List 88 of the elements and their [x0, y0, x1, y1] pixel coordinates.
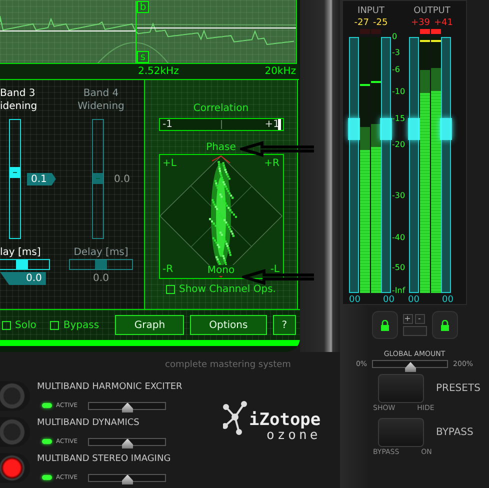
band-title: Band 3	[0, 87, 36, 100]
module-slider[interactable]	[88, 402, 166, 410]
slider-thumb[interactable]	[122, 438, 133, 448]
band-title: Widening	[78, 100, 124, 113]
delay-slider[interactable]	[0, 259, 50, 270]
slider-thumb[interactable]	[95, 260, 107, 269]
lock-button[interactable]	[372, 311, 398, 339]
options-button[interactable]: Options	[190, 315, 267, 336]
tagline: complete mastering system	[165, 359, 291, 372]
lock-button[interactable]	[432, 311, 458, 339]
widening-slider[interactable]	[92, 119, 104, 239]
trim-readout: 00	[408, 295, 420, 305]
band-title: Band 4	[83, 87, 119, 100]
trim-slider[interactable]	[349, 37, 359, 293]
slider-thumb[interactable]	[122, 402, 133, 412]
trim-readout: 00	[383, 295, 396, 305]
module-slider[interactable]	[88, 474, 166, 482]
band-title: idening	[0, 100, 38, 113]
widening-slider[interactable]	[9, 119, 21, 239]
logo-icon	[223, 401, 247, 435]
scale-label: -Inf	[392, 287, 406, 295]
correlation-label: Correlation	[193, 103, 249, 115]
peak-readout: +41	[434, 17, 453, 29]
toggle-checkbox[interactable]: Solo	[2, 320, 36, 331]
graph-button[interactable]: Graph	[115, 315, 184, 336]
toggle-checkbox[interactable]: Bypass	[50, 320, 100, 331]
scale-label: -1	[162, 119, 172, 130]
switch-label: PRESETS	[436, 383, 482, 394]
trim-readout: 00	[442, 295, 454, 305]
module-name: MULTIBAND DYNAMICS	[37, 417, 140, 430]
switch-label: BYPASS	[436, 427, 474, 438]
meter-button[interactable]: +	[402, 314, 412, 324]
band-marker[interactable]: s	[137, 51, 149, 63]
meter-button[interactable]: -	[414, 314, 424, 324]
scale-label: -20	[392, 141, 406, 149]
axis-label: Mono	[205, 265, 237, 276]
peak-readout: -27	[354, 17, 369, 29]
scale-label: -3	[392, 49, 400, 57]
frequency-label: 20kHz	[264, 65, 296, 79]
scale-label: -6	[392, 66, 400, 74]
frequency-label: 2.52kHz	[138, 65, 179, 79]
band-marker[interactable]: b	[137, 1, 149, 13]
delay-label: lay [ms]	[0, 247, 42, 258]
scale-label: -40	[392, 234, 406, 242]
axis-label: +L	[162, 158, 176, 169]
lock-icon	[440, 320, 448, 330]
trim-slider[interactable]	[381, 37, 391, 293]
scale-label: -15	[392, 115, 406, 123]
value-readout: 0.0	[0, 272, 46, 285]
value-readout: 0.0	[113, 172, 131, 186]
lock-icon	[380, 320, 388, 330]
product-name: ozone	[266, 429, 321, 442]
slider-thumb[interactable]	[122, 474, 133, 484]
slider-thumb[interactable]	[348, 118, 360, 140]
slider-thumb[interactable]	[10, 167, 20, 178]
peak-readout: +39	[411, 17, 430, 29]
trim-slider[interactable]	[409, 37, 419, 293]
trim-slider[interactable]	[441, 37, 451, 293]
axis-label: -L	[270, 264, 280, 275]
value-readout: 0.0	[92, 272, 110, 285]
slider-thumb[interactable]	[440, 118, 452, 140]
axis-label: +R	[264, 158, 280, 169]
scale-label: -10	[392, 88, 406, 96]
slider-thumb[interactable]	[405, 362, 416, 372]
delay-slider[interactable]	[69, 259, 133, 270]
peak-readout: -25	[373, 17, 388, 29]
help-button[interactable]: ?	[272, 315, 296, 336]
scale-label: -30	[392, 192, 406, 200]
trim-readout: 00	[349, 295, 362, 305]
slider-thumb[interactable]	[380, 118, 392, 140]
module-slider[interactable]	[88, 438, 166, 446]
slider-thumb[interactable]	[16, 260, 28, 269]
axis-label: -R	[162, 264, 174, 275]
module-name: MULTIBAND HARMONIC EXCITER	[37, 381, 184, 394]
value-readout: 0.1	[27, 172, 56, 186]
scale-label: -50	[392, 264, 406, 272]
phase-label: Phase	[206, 142, 236, 154]
channel-ops-checkbox[interactable]: Show Channel Ops.	[166, 284, 276, 295]
scale-label: 0	[392, 33, 398, 41]
module-button[interactable]	[0, 453, 30, 483]
module-name: MULTIBAND STEREO IMAGING	[37, 453, 172, 466]
meter-label: INPUT	[358, 6, 384, 17]
delay-label: Delay [ms]	[74, 247, 128, 258]
brand-name: iZotope	[249, 411, 321, 429]
scale-label: +1	[264, 119, 280, 130]
meter-label: OUTPUT	[414, 6, 450, 17]
slider-thumb[interactable]	[408, 118, 420, 140]
slider-thumb[interactable]	[93, 173, 104, 184]
